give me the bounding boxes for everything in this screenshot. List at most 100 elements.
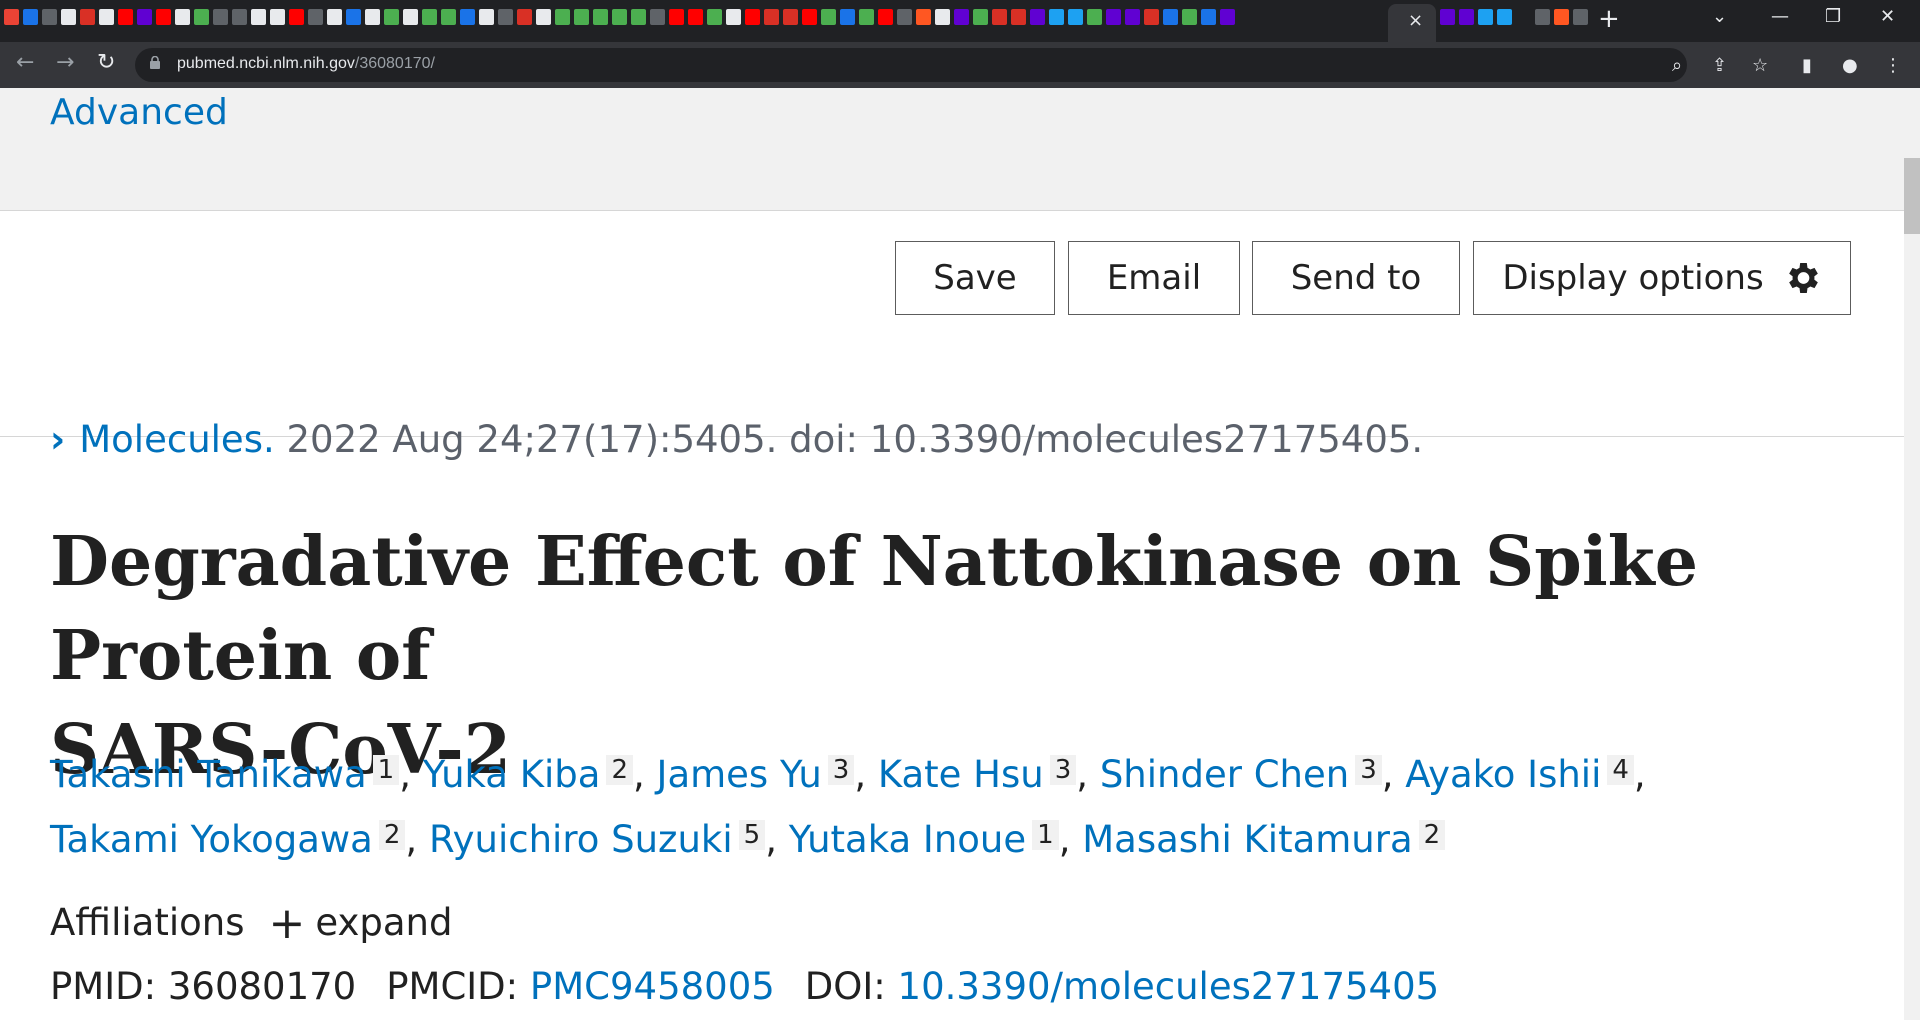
tab-favicon-icon[interactable] bbox=[137, 9, 152, 25]
tab-favicon-icon[interactable] bbox=[1573, 9, 1588, 25]
tab-favicon-icon[interactable] bbox=[802, 9, 817, 25]
tab-favicon-icon[interactable] bbox=[61, 9, 76, 25]
tab-favicon-icon[interactable] bbox=[1125, 9, 1140, 25]
tab-favicon-icon[interactable] bbox=[232, 9, 247, 25]
tab-search-icon[interactable]: ⌄ bbox=[1712, 6, 1727, 27]
tab-favicon-icon[interactable] bbox=[1011, 9, 1026, 25]
tab-favicon-icon[interactable] bbox=[213, 9, 228, 25]
tab-favicon-icon[interactable] bbox=[650, 9, 665, 25]
affiliation-number[interactable]: 5 bbox=[738, 820, 766, 850]
tab-favicon-icon[interactable] bbox=[460, 9, 475, 25]
plus-icon[interactable]: + bbox=[268, 898, 305, 949]
tab-favicon-icon[interactable] bbox=[1516, 9, 1531, 25]
new-tab-icon[interactable]: + bbox=[1598, 4, 1620, 34]
tab-favicon-icon[interactable] bbox=[289, 9, 304, 25]
pmcid-link[interactable]: PMC9458005 bbox=[530, 965, 775, 1008]
expand-toggle[interactable]: expand bbox=[315, 901, 452, 944]
tab-favicon-icon[interactable] bbox=[384, 9, 399, 25]
tab-strip[interactable] bbox=[4, 9, 1239, 25]
tab-favicon-icon[interactable] bbox=[194, 9, 209, 25]
send-to-button[interactable]: Send to bbox=[1252, 241, 1460, 315]
profile-icon[interactable]: ● bbox=[1842, 55, 1858, 76]
tab-favicon-icon[interactable] bbox=[897, 9, 912, 25]
journal-link[interactable]: Molecules. bbox=[79, 418, 274, 461]
affiliation-number[interactable]: 4 bbox=[1607, 755, 1634, 785]
tab-favicon-icon[interactable] bbox=[1201, 9, 1216, 25]
email-button[interactable]: Email bbox=[1068, 241, 1240, 315]
author-link[interactable]: Shinder Chen bbox=[1100, 753, 1349, 796]
tab-favicon-icon[interactable] bbox=[422, 9, 437, 25]
reload-icon[interactable]: ↻ bbox=[97, 50, 115, 75]
forward-icon[interactable]: → bbox=[56, 50, 74, 75]
tab-favicon-icon[interactable] bbox=[1497, 9, 1512, 25]
tab-favicon-icon[interactable] bbox=[1144, 9, 1159, 25]
tab-favicon-icon[interactable] bbox=[1182, 9, 1197, 25]
tab-favicon-icon[interactable] bbox=[992, 9, 1007, 25]
tab-favicon-icon[interactable] bbox=[1106, 9, 1121, 25]
tab-favicon-icon[interactable] bbox=[1554, 9, 1569, 25]
author-link[interactable]: Takashi Tanikawa bbox=[50, 753, 367, 796]
affiliation-number[interactable]: 3 bbox=[1049, 755, 1077, 785]
tab-favicon-icon[interactable] bbox=[99, 9, 114, 25]
tab-favicon-icon[interactable] bbox=[1440, 9, 1455, 25]
close-tab-icon[interactable]: × bbox=[1408, 10, 1423, 31]
tab-favicon-icon[interactable] bbox=[308, 9, 323, 25]
affiliation-number[interactable]: 1 bbox=[372, 755, 400, 785]
author-link[interactable]: Takami Yokogawa bbox=[50, 818, 373, 861]
tab-favicon-icon[interactable] bbox=[536, 9, 551, 25]
tab-favicon-icon[interactable] bbox=[1459, 9, 1474, 25]
tab-favicon-icon[interactable] bbox=[1030, 9, 1045, 25]
minimize-icon[interactable]: — bbox=[1771, 6, 1789, 27]
tab-favicon-icon[interactable] bbox=[327, 9, 342, 25]
tab-favicon-icon[interactable] bbox=[745, 9, 760, 25]
tab-favicon-icon[interactable] bbox=[1163, 9, 1178, 25]
tab-favicon-icon[interactable] bbox=[1478, 9, 1493, 25]
tab-favicon-icon[interactable] bbox=[574, 9, 589, 25]
active-tab[interactable]: × bbox=[1388, 4, 1436, 42]
tab-favicon-icon[interactable] bbox=[935, 9, 950, 25]
affiliation-number[interactable]: 3 bbox=[1355, 755, 1382, 785]
tab-favicon-icon[interactable] bbox=[954, 9, 969, 25]
chevron-right-icon[interactable]: › bbox=[50, 418, 65, 461]
affiliation-number[interactable]: 1 bbox=[1032, 820, 1059, 850]
tab-favicon-icon[interactable] bbox=[498, 9, 513, 25]
tab-favicon-icon[interactable] bbox=[593, 9, 608, 25]
tab-favicon-icon[interactable] bbox=[403, 9, 418, 25]
tab-favicon-icon[interactable] bbox=[612, 9, 627, 25]
restore-icon[interactable]: ❐ bbox=[1825, 6, 1841, 27]
affiliation-number[interactable]: 2 bbox=[378, 820, 406, 850]
tab-favicon-icon[interactable] bbox=[669, 9, 684, 25]
author-link[interactable]: Masashi Kitamura bbox=[1082, 818, 1412, 861]
tab-favicon-icon[interactable] bbox=[175, 9, 190, 25]
scrollbar-thumb[interactable] bbox=[1904, 158, 1920, 234]
affiliation-number[interactable]: 2 bbox=[606, 755, 633, 785]
menu-icon[interactable]: ⋮ bbox=[1884, 55, 1902, 76]
author-link[interactable]: James Yu bbox=[657, 753, 822, 796]
tab-favicon-icon[interactable] bbox=[365, 9, 380, 25]
author-link[interactable]: Kate Hsu bbox=[878, 753, 1044, 796]
tab-favicon-icon[interactable] bbox=[42, 9, 57, 25]
tab-favicon-icon[interactable] bbox=[23, 9, 38, 25]
tab-favicon-icon[interactable] bbox=[859, 9, 874, 25]
tab-favicon-icon[interactable] bbox=[764, 9, 779, 25]
tab-favicon-icon[interactable] bbox=[840, 9, 855, 25]
tab-strip-right[interactable] bbox=[1440, 9, 1592, 25]
tab-favicon-icon[interactable] bbox=[821, 9, 836, 25]
tab-favicon-icon[interactable] bbox=[1220, 9, 1235, 25]
tab-favicon-icon[interactable] bbox=[517, 9, 532, 25]
advanced-search-link[interactable]: Advanced bbox=[50, 92, 228, 133]
bookmark-star-icon[interactable]: ☆ bbox=[1752, 55, 1768, 76]
tab-favicon-icon[interactable] bbox=[1068, 9, 1083, 25]
tab-favicon-icon[interactable] bbox=[479, 9, 494, 25]
close-window-icon[interactable]: ✕ bbox=[1880, 6, 1895, 27]
tab-favicon-icon[interactable] bbox=[555, 9, 570, 25]
author-link[interactable]: Ryuichiro Suzuki bbox=[429, 818, 733, 861]
tab-favicon-icon[interactable] bbox=[118, 9, 133, 25]
tab-favicon-icon[interactable] bbox=[916, 9, 931, 25]
affiliation-number[interactable]: 3 bbox=[827, 755, 855, 785]
tab-favicon-icon[interactable] bbox=[270, 9, 285, 25]
share-icon[interactable]: ⇪ bbox=[1712, 55, 1727, 76]
back-icon[interactable]: ← bbox=[16, 50, 34, 75]
author-link[interactable]: Ayako Ishii bbox=[1405, 753, 1601, 796]
tab-favicon-icon[interactable] bbox=[346, 9, 361, 25]
